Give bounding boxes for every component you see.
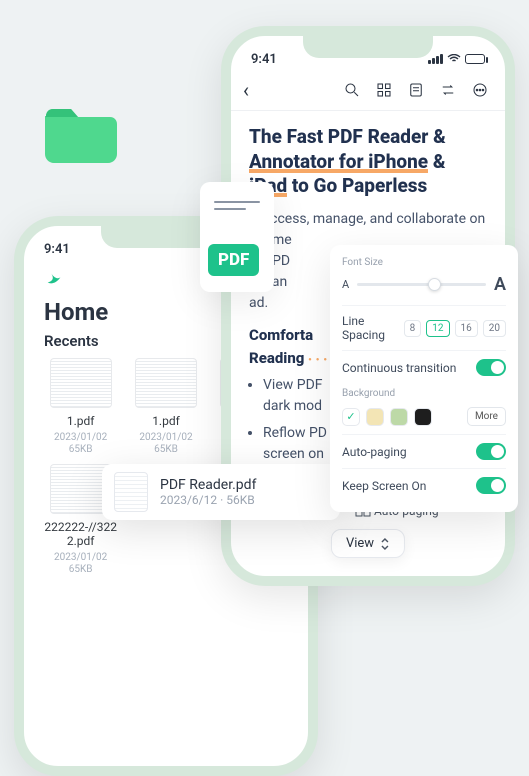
- bg-dark[interactable]: [414, 408, 432, 426]
- font-size-label: Font Size: [342, 257, 506, 268]
- file-tile[interactable]: 1.pdf 2023/01/0265KB: [42, 358, 119, 456]
- font-big-a: A: [494, 274, 506, 295]
- status-time: 9:41: [251, 52, 277, 67]
- reader-toolbar: ‹: [231, 72, 505, 111]
- battery-icon: [465, 54, 485, 64]
- file-thumb: [135, 358, 197, 408]
- keepscreen-label: Keep Screen On: [342, 479, 426, 493]
- back-button[interactable]: ‹: [243, 78, 249, 102]
- settings-panel: Font Size A A Line Spacing 8 12 16 20 Co…: [330, 245, 518, 512]
- view-label: View: [346, 536, 374, 551]
- ls-16[interactable]: 16: [455, 320, 478, 337]
- file-meta: 2023/01/0265KB: [54, 432, 107, 456]
- file-name: PDF Reader.pdf: [160, 477, 256, 493]
- bg-sepia[interactable]: [366, 408, 384, 426]
- bg-white[interactable]: ✓: [342, 408, 360, 426]
- file-meta: 2023/01/0265KB: [54, 552, 107, 576]
- updown-icon: [380, 538, 390, 550]
- autopaging-label: Auto-paging: [342, 445, 407, 459]
- ls-20[interactable]: 20: [483, 320, 506, 337]
- list-icon[interactable]: [407, 81, 425, 99]
- file-name: 222222-//3222.pdf: [42, 520, 119, 548]
- file-chip[interactable]: PDF Reader.pdf 2023/6/12 · 56KB: [102, 464, 340, 520]
- background-label: Background: [342, 388, 506, 399]
- notch: [303, 36, 433, 58]
- ls-12[interactable]: 12: [426, 320, 449, 337]
- loop-icon[interactable]: [439, 81, 457, 99]
- file-tile[interactable]: 1.pdf 2023/01/0265KB: [127, 358, 204, 456]
- keepscreen-toggle[interactable]: [476, 477, 506, 494]
- ls-8[interactable]: 8: [404, 320, 422, 337]
- pdf-badge: PDF: [200, 182, 274, 292]
- continuous-label: Continuous transition: [342, 361, 456, 375]
- line-spacing-label: Line Spacing: [342, 314, 404, 342]
- pdf-tag: PDF: [208, 244, 259, 276]
- file-meta: 2023/01/0265KB: [139, 432, 192, 456]
- file-thumb: [50, 358, 112, 408]
- wifi-icon: [447, 54, 461, 64]
- file-meta: 2023/6/12 · 56KB: [160, 493, 256, 507]
- font-small-a: A: [342, 278, 349, 291]
- bg-green[interactable]: [390, 408, 408, 426]
- search-icon[interactable]: [343, 81, 361, 99]
- font-size-slider[interactable]: [357, 283, 486, 286]
- more-icon[interactable]: [471, 81, 489, 99]
- signal-icon: [428, 54, 443, 64]
- article-headline: The Fast PDF Reader & Annotator for iPho…: [249, 125, 487, 199]
- folder-icon: [40, 102, 120, 166]
- line-spacing-chips: 8 12 16 20: [404, 320, 506, 337]
- bg-more-button[interactable]: More: [467, 407, 506, 426]
- status-time: 9:41: [44, 242, 70, 257]
- file-name: 1.pdf: [67, 414, 95, 428]
- continuous-toggle[interactable]: [476, 359, 506, 376]
- autopaging-toggle[interactable]: [476, 443, 506, 460]
- file-name: 1.pdf: [152, 414, 180, 428]
- grid-icon[interactable]: [375, 81, 393, 99]
- view-pill[interactable]: View: [331, 529, 405, 558]
- file-thumb: [114, 472, 148, 512]
